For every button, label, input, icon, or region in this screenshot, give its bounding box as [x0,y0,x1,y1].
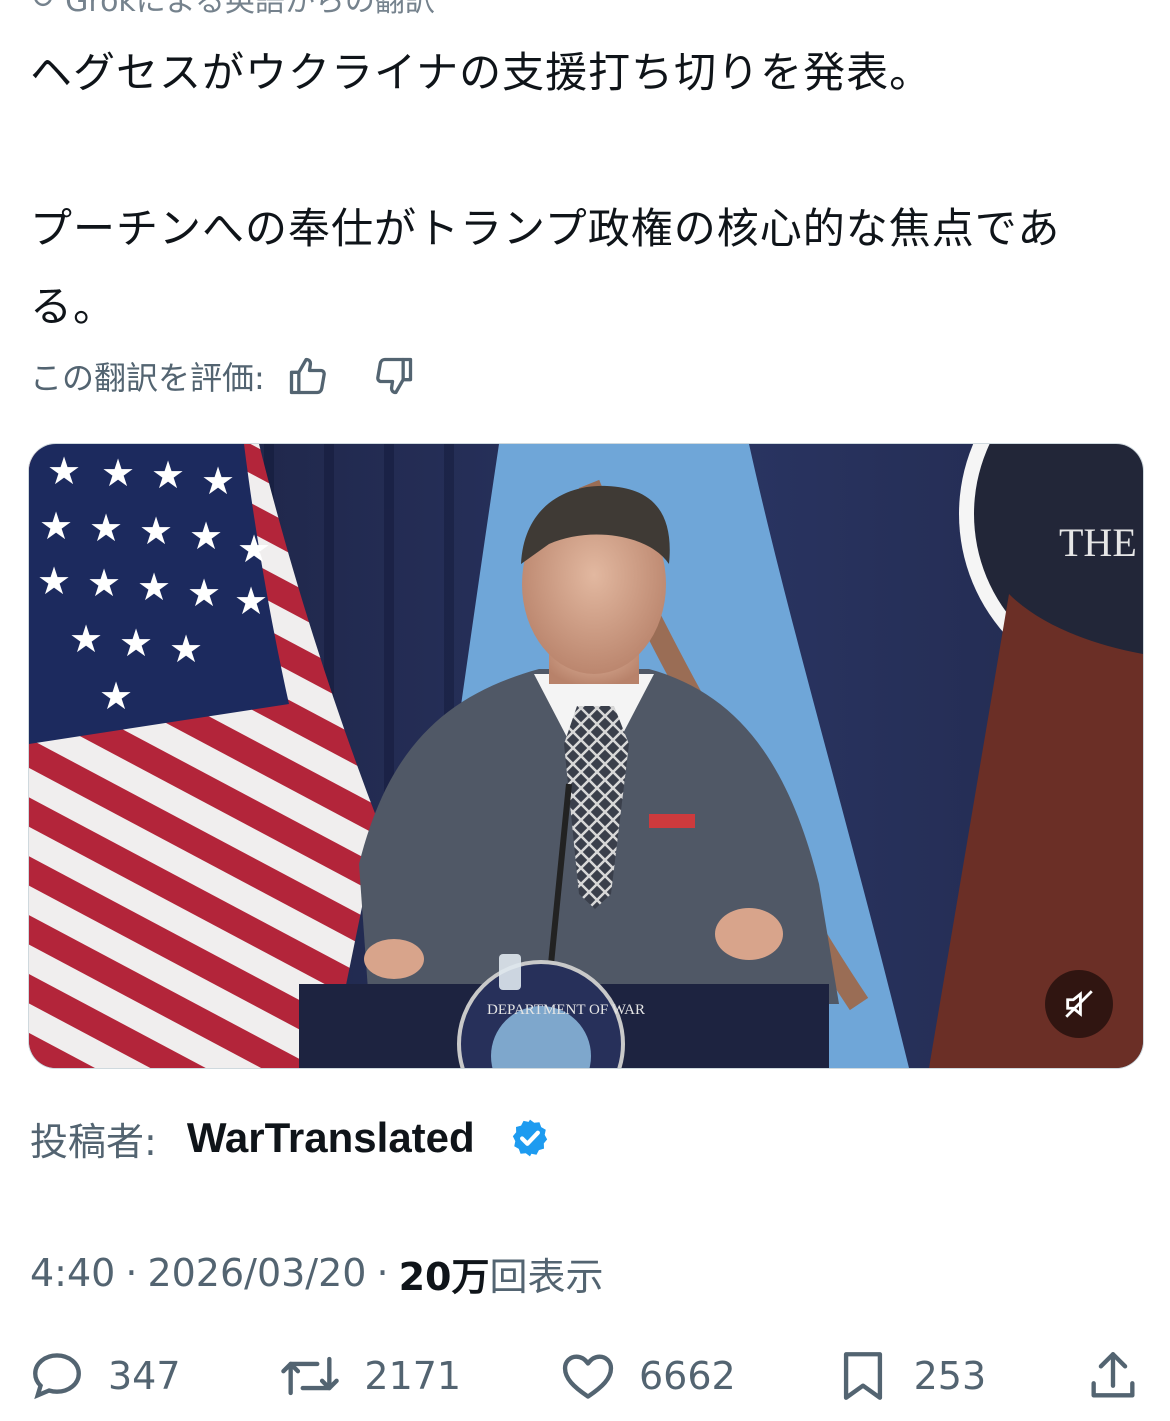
svg-text:★: ★ [169,627,203,671]
mute-button[interactable] [1045,970,1113,1038]
svg-text:★: ★ [139,509,173,553]
tweet-date[interactable]: 2026/03/20 [147,1251,366,1295]
like-count: 6662 [639,1354,736,1398]
reply-count: 347 [108,1354,181,1398]
svg-text:★: ★ [39,504,73,548]
author-prefix: 投稿者: [30,1119,157,1164]
translation-notice: ↻ Grokによる英語からの翻訳 [30,0,435,19]
svg-text:★: ★ [37,559,71,603]
video-player[interactable]: ★ ★ ★ ★ ★ ★ ★ ★ ★ ★ ★ ★ ★ ★ ★ ★ ★ ★ THE DEPART [28,443,1144,1069]
tweet-meta: 4:40 · 2026/03/20 · 20万 回表示 [30,1248,604,1299]
tweet-time[interactable]: 4:40 [30,1251,115,1295]
svg-text:★: ★ [47,449,81,493]
muted-speaker-icon [1065,990,1093,1018]
thumbs-up-icon[interactable] [283,351,333,401]
svg-text:★: ★ [237,527,271,571]
svg-text:★: ★ [189,514,223,558]
like-button[interactable]: 6662 [559,1347,736,1405]
views-count: 20万 [398,1254,490,1299]
views-label: 回表示 [489,1254,604,1299]
svg-text:★: ★ [101,451,135,495]
svg-text:★: ★ [119,621,153,665]
video-frame: ★ ★ ★ ★ ★ ★ ★ ★ ★ ★ ★ ★ ★ ★ ★ ★ ★ ★ THE DEPART [29,444,1143,1068]
heart-icon [562,1354,614,1399]
svg-text:★: ★ [89,506,123,550]
verified-badge-icon [509,1117,551,1159]
author-row: 投稿者: WarTranslated [30,1108,551,1168]
reply-icon [33,1353,81,1400]
share-button[interactable] [1084,1347,1142,1405]
svg-text:★: ★ [187,571,221,615]
translation-notice-text: Grokによる英語からの翻訳 [65,0,435,19]
repost-icon [281,1356,340,1396]
share-icon [1091,1352,1135,1398]
action-bar: 347 2171 6662 253 [28,1345,1142,1407]
svg-text:★: ★ [201,459,235,503]
repost-button[interactable]: 2171 [278,1347,461,1405]
tweet-paragraph-1: ヘグセスがウクライナの支援打ち切りを発表。 [30,48,933,97]
bookmark-count: 253 [913,1354,987,1398]
svg-text:★: ★ [99,674,133,718]
svg-text:★: ★ [151,453,185,497]
svg-text:★: ★ [69,617,103,661]
bookmark-icon [843,1352,882,1400]
meta-separator: · [125,1251,138,1295]
podium-seal-text: DEPARTMENT OF WAR [487,1002,645,1018]
thumbs-down-icon[interactable] [369,351,419,401]
translate-icon: ↻ [30,0,55,16]
bookmark-button[interactable]: 253 [834,1347,987,1405]
rating-label: この翻訳を評価: [30,359,265,397]
seal-text: THE [1059,520,1137,565]
repost-count: 2171 [364,1354,462,1398]
tweet-paragraph-2: プーチンへの奉仕がトランプ政権の核心的な焦点である。 [30,204,1061,331]
reply-button[interactable]: 347 [28,1347,181,1405]
tweet-text: ヘグセスがウクライナの支援打ち切りを発表。 プーチンへの奉仕がトランプ政権の核心… [30,34,1140,346]
svg-text:★: ★ [137,565,171,609]
translation-rating: この翻訳を評価: [30,348,419,404]
meta-separator-2: · [376,1251,389,1295]
svg-text:★: ★ [87,561,121,605]
author-name-link[interactable]: WarTranslated [187,1114,475,1162]
svg-text:★: ★ [234,579,268,623]
